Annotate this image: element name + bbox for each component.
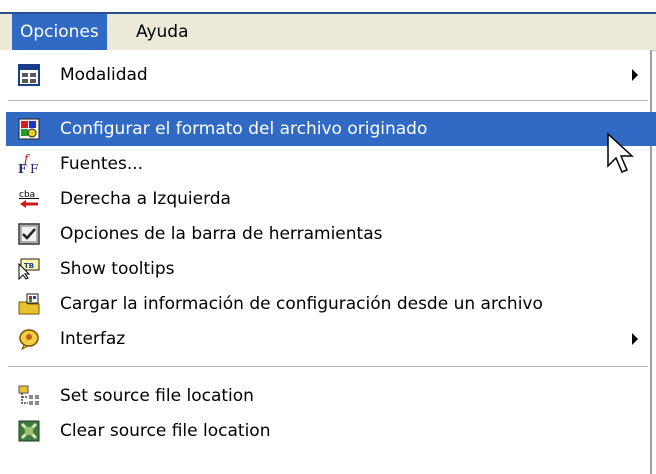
menu-item-configurar-formato[interactable]: Configurar el formato del archivo origin… [6,112,656,146]
menu-ayuda[interactable]: Ayuda [128,14,197,50]
window-top-border [0,0,656,14]
tooltip-icon: TB [18,258,40,280]
source-tree-icon [18,385,39,405]
tooltip-icon-text: TB [24,262,34,270]
menu-item-interfaz[interactable]: Interfaz [6,322,656,356]
menu-item-label: Opciones de la barra de herramientas [60,224,383,244]
menu-item-label: Show tooltips [60,259,175,279]
menu-item-label: Cargar la información de configuración d… [60,294,543,314]
menu-item-label: Interfaz [60,329,126,349]
menu-item-derecha-izquierda[interactable]: cba Derecha a Izquierda [6,182,656,216]
svg-text:F: F [30,162,38,175]
menu-separator [8,100,648,102]
menu-item-set-source-location[interactable]: Set source file location [6,379,656,413]
palette-icon [18,118,40,140]
fonts-icon: F f F [18,153,38,175]
menu-separator [8,366,648,368]
menu-item-opciones-barra[interactable]: Opciones de la barra de herramientas [6,217,656,251]
menu-item-label: Derecha a Izquierda [60,189,231,209]
menu-item-label: Fuentes... [60,154,144,174]
mouse-pointer-icon [607,132,634,173]
menu-item-fuentes[interactable]: F f F Fuentes... [6,147,656,181]
clear-location-icon [18,420,40,442]
menu-item-label: Set source file location [60,386,254,406]
menu-item-label: Configurar el formato del archivo origin… [60,119,428,139]
menu-item-modalidad[interactable]: Modalidad [6,58,656,92]
toolbar-check-icon [18,223,40,245]
menu-bar: Opciones Ayuda [0,14,656,51]
opciones-dropdown-menu: Modalidad Configurar el formato del arch… [0,50,656,474]
window-icon [18,64,40,86]
load-config-icon [18,293,40,315]
rtl-arrow-icon: cba [19,190,39,208]
submenu-arrow-icon [632,333,638,345]
submenu-arrow-icon [632,69,638,81]
interface-icon [19,329,39,350]
menu-opciones[interactable]: Opciones [12,14,107,50]
menu-item-label: Clear source file location [60,421,271,441]
menu-item-label: Modalidad [60,65,148,85]
menu-item-cargar-configuracion[interactable]: Cargar la información de configuración d… [6,287,656,321]
menu-item-clear-source-location[interactable]: Clear source file location [6,414,656,448]
menu-item-show-tooltips[interactable]: TB Show tooltips [6,252,656,286]
